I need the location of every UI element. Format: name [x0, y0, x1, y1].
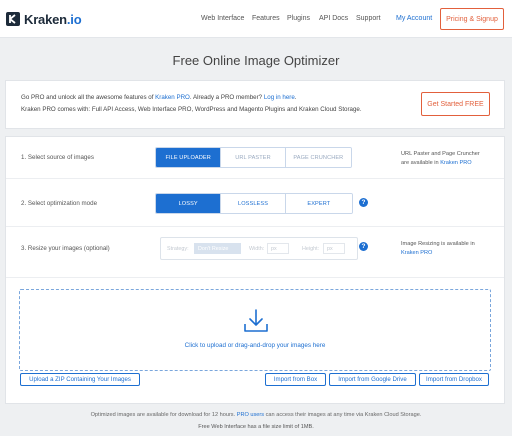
top-nav: Kraken.io Web Interface Features Plugins…: [0, 0, 512, 38]
strategy-label: Strategy:: [167, 246, 189, 252]
page-title: Free Online Image Optimizer: [172, 53, 340, 68]
lossless-option[interactable]: LOSSLESS: [220, 194, 285, 213]
kraken-logo[interactable]: Kraken.io: [5, 10, 82, 28]
pricing-signup-button[interactable]: Pricing & Signup: [440, 8, 504, 30]
nav-web-interface[interactable]: Web Interface: [201, 15, 244, 22]
import-google-drive-button[interactable]: Import from Google Drive: [329, 373, 416, 386]
divider: [6, 178, 504, 179]
import-box-button[interactable]: Import from Box: [265, 373, 326, 386]
mode-help-icon[interactable]: ?: [359, 198, 368, 207]
promo-text: Go PRO and unlock all the awesome featur…: [21, 94, 297, 101]
nav-support[interactable]: Support: [356, 15, 381, 22]
optimizer-panel: 1. Select source of images FILE UPLOADER…: [5, 136, 505, 404]
dropzone-text: Click to upload or drag-and-drop your im…: [184, 342, 326, 349]
get-started-button[interactable]: Get Started FREE: [421, 92, 490, 116]
step1-label: 1. Select source of images: [21, 154, 94, 161]
height-label: Height:: [302, 246, 320, 252]
upload-zip-button[interactable]: Upload a ZIP Containing Your Images: [20, 373, 140, 386]
upload-dropzone[interactable]: Click to upload or drag-and-drop your im…: [19, 289, 491, 371]
promo-features-text: Kraken PRO comes with: Full API Access, …: [21, 106, 362, 113]
divider: [6, 277, 504, 278]
page-cruncher-option[interactable]: PAGE CRUNCHER: [284, 148, 351, 167]
height-input[interactable]: px: [323, 243, 345, 254]
step1-note: URL Paster and Page Cruncher are availab…: [401, 151, 480, 166]
nav-api-docs[interactable]: API Docs: [319, 15, 348, 22]
kraken-pro-link[interactable]: Kraken PRO: [440, 160, 471, 166]
login-link[interactable]: Log in here: [264, 94, 295, 101]
logo-text: Kraken.io: [24, 11, 82, 27]
file-size-limit-note: Free Web Interface has a file size limit…: [198, 424, 314, 430]
expert-option[interactable]: EXPERT: [284, 194, 352, 213]
kraken-pro-link[interactable]: Kraken PRO: [401, 249, 475, 258]
nav-plugins[interactable]: Plugins: [287, 15, 310, 22]
width-label: Width:: [249, 246, 265, 252]
file-uploader-option[interactable]: FILE UPLOADER: [156, 148, 221, 167]
resize-help-icon[interactable]: ?: [359, 242, 368, 251]
step3-label: 3. Resize your images (optional): [21, 245, 110, 252]
width-input[interactable]: px: [267, 243, 289, 254]
nav-features[interactable]: Features: [252, 15, 280, 22]
kraken-pro-link[interactable]: Kraken PRO: [155, 94, 190, 101]
download-icon: [244, 309, 268, 332]
nav-my-account[interactable]: My Account: [396, 15, 432, 22]
footer-note: Optimized images are available for downl…: [90, 412, 422, 418]
mode-selector: LOSSY LOSSLESS EXPERT: [155, 193, 353, 214]
kraken-logo-icon: [6, 12, 20, 26]
divider: [6, 226, 504, 227]
url-paster-option[interactable]: URL PASTER: [220, 148, 285, 167]
import-dropbox-button[interactable]: Import from Dropbox: [419, 373, 489, 386]
step3-note: Image Resizing is available in Kraken PR…: [401, 241, 475, 258]
pro-promo-panel: Go PRO and unlock all the awesome featur…: [5, 80, 505, 129]
source-selector: FILE UPLOADER URL PASTER PAGE CRUNCHER: [155, 147, 352, 168]
lossy-option[interactable]: LOSSY: [156, 194, 221, 213]
step2-label: 2. Select optimization mode: [21, 200, 98, 207]
strategy-select[interactable]: Don't Resize: [194, 243, 241, 254]
resize-controls: Strategy: Don't Resize Width: px Height:…: [160, 237, 358, 260]
pro-users-link[interactable]: PRO users: [237, 412, 264, 418]
